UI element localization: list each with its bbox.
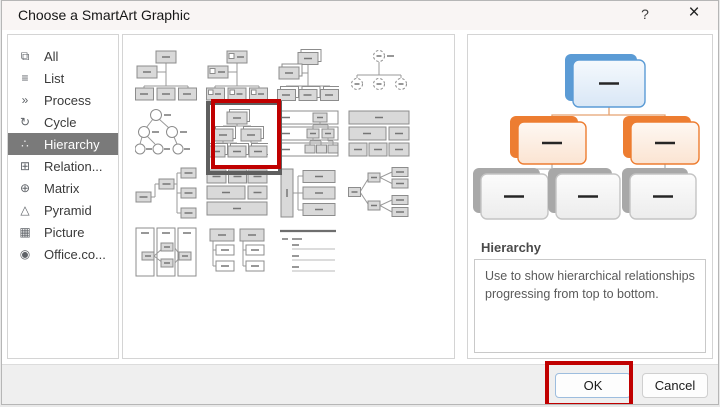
- thumbnail-grid: [123, 35, 454, 278]
- sidebar-item-label: Process: [44, 92, 91, 108]
- smartart-thumbnail-13[interactable]: [135, 226, 197, 278]
- sidebar-item-label: Office.co...: [44, 246, 106, 262]
- smartart-thumbnail-12[interactable]: [348, 167, 410, 219]
- smartart-thumbnail-9[interactable]: [135, 167, 197, 219]
- annotation-box-ok: [545, 361, 633, 404]
- sidebar-item-label: Picture: [44, 224, 85, 240]
- smartart-thumbnail-11[interactable]: [277, 167, 339, 219]
- sidebar-item-hierarchy[interactable]: ∴ Hierarchy: [8, 133, 118, 155]
- picture-icon: ▦: [19, 225, 31, 239]
- hierarchy-icon: ∴: [21, 137, 29, 151]
- sidebar-item-cycle[interactable]: ↻ Cycle: [8, 111, 118, 133]
- annotation-box-thumbnail: [211, 99, 281, 169]
- sidebar-item-picture[interactable]: ▦ Picture: [8, 221, 118, 243]
- sidebar-item-label: Relation...: [44, 158, 103, 174]
- smartart-preview-image: [473, 54, 700, 220]
- smartart-thumbnail-2[interactable]: [206, 49, 268, 101]
- preview-panel: Hierarchy Use to show hierarchical relat…: [467, 34, 713, 359]
- sidebar-item-label: List: [44, 70, 65, 86]
- globe-icon: ◉: [19, 247, 31, 261]
- cancel-button[interactable]: Cancel: [642, 373, 708, 398]
- smartart-thumbnail-15[interactable]: [277, 226, 339, 278]
- smartart-thumbnail-3[interactable]: [277, 49, 339, 101]
- all-icon: ⧉: [20, 48, 30, 63]
- sidebar-item-label: Matrix: [44, 180, 80, 196]
- smartart-thumbnail-8[interactable]: [348, 108, 410, 160]
- cycle-icon: ↻: [19, 115, 31, 129]
- list-icon: ≡: [21, 71, 29, 85]
- matrix-icon: ⊕: [19, 181, 31, 195]
- preview-heading: Hierarchy: [481, 240, 541, 255]
- sidebar-item-pyramid[interactable]: △ Pyramid: [8, 199, 118, 221]
- smartart-thumbnail-4[interactable]: [348, 49, 410, 101]
- smartart-thumbnail-1[interactable]: [135, 49, 197, 101]
- smartart-thumbnail-14[interactable]: [206, 226, 268, 278]
- sidebar-item-process[interactable]: » Process: [8, 89, 118, 111]
- sidebar-item-office-com[interactable]: ◉ Office.co...: [8, 243, 118, 265]
- sidebar-item-label: Hierarchy: [44, 136, 100, 152]
- smartart-thumbnail-7[interactable]: [277, 108, 339, 160]
- smartart-dialog: Choose a SmartArt Graphic ? × ⧉ All ≡ Li…: [1, 0, 719, 405]
- dialog-title: Choose a SmartArt Graphic: [18, 7, 190, 23]
- process-icon: »: [21, 93, 29, 107]
- smartart-thumbnail-5[interactable]: [135, 108, 197, 160]
- sidebar-item-label: All: [44, 48, 59, 64]
- preview-description: Use to show hierarchical relationships p…: [474, 259, 706, 353]
- sidebar-item-list[interactable]: ≡ List: [8, 67, 118, 89]
- smartart-gallery: [122, 34, 455, 359]
- category-list: ⧉ All ≡ List » Process ↻ Cycle ∴ Hierarc…: [7, 34, 119, 359]
- sidebar-item-label: Cycle: [44, 114, 77, 130]
- close-icon[interactable]: ×: [682, 2, 706, 24]
- pyramid-icon: △: [20, 203, 30, 217]
- sidebar-item-matrix[interactable]: ⊕ Matrix: [8, 177, 118, 199]
- relationship-icon: ⊞: [19, 159, 31, 173]
- sidebar-item-label: Pyramid: [44, 202, 92, 218]
- sidebar-item-all[interactable]: ⧉ All: [8, 45, 118, 67]
- title-bar: Choose a SmartArt Graphic ? ×: [2, 1, 718, 30]
- help-icon[interactable]: ?: [634, 6, 656, 22]
- sidebar-item-relationship[interactable]: ⊞ Relation...: [8, 155, 118, 177]
